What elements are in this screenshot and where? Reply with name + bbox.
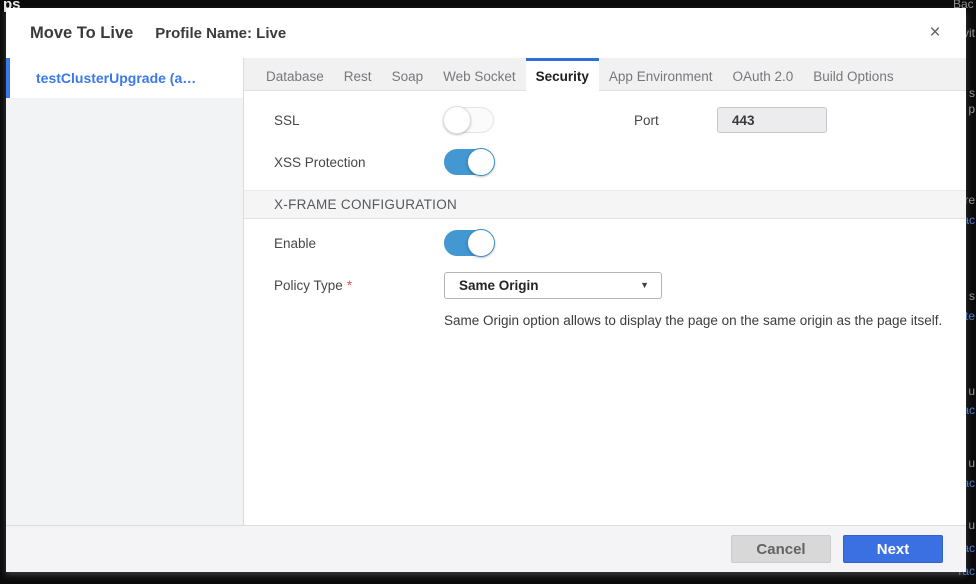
backdrop-text-fragment: s <box>969 289 975 303</box>
tab-bar: Database Rest Soap Web Socket Security A… <box>244 58 966 91</box>
backdrop-text-fragment: s <box>969 86 975 100</box>
dialog-footer: Cancel Next <box>6 525 966 572</box>
x-frame-configuration-section-header: X-FRAME CONFIGURATION <box>244 190 966 219</box>
chevron-down-icon: ▼ <box>640 280 649 290</box>
content-area: Database Rest Soap Web Socket Security A… <box>244 58 966 525</box>
policy-type-label: Policy Type* <box>274 278 444 293</box>
dialog-header: Move To Live Profile Name: Live × <box>6 8 966 58</box>
profile-name-label: Profile Name: Live <box>155 25 286 42</box>
policy-type-value: Same Origin <box>459 278 539 293</box>
dialog-body: testClusterUpgrade (a… Database Rest Soa… <box>6 58 966 525</box>
tab-web-socket[interactable]: Web Socket <box>433 58 526 91</box>
enable-toggle[interactable] <box>444 230 494 256</box>
policy-type-row: Policy Type* Same Origin ▼ <box>274 271 966 299</box>
toggle-knob <box>443 106 471 134</box>
policy-help-text: Same Origin option allows to display the… <box>444 313 966 328</box>
xss-protection-row: XSS Protection <box>274 148 966 176</box>
tab-soap[interactable]: Soap <box>382 58 434 91</box>
policy-type-select[interactable]: Same Origin ▼ <box>444 272 662 299</box>
port-label: Port <box>634 113 717 128</box>
section-title: X-FRAME CONFIGURATION <box>274 197 457 212</box>
required-asterisk: * <box>347 278 352 293</box>
enable-row: Enable <box>274 229 966 257</box>
next-button[interactable]: Next <box>843 535 943 563</box>
ssl-label: SSL <box>274 113 444 128</box>
backdrop-text-fragment: u <box>968 384 975 398</box>
tab-database[interactable]: Database <box>256 58 334 91</box>
xss-protection-toggle[interactable] <box>444 149 494 175</box>
tab-rest[interactable]: Rest <box>334 58 382 91</box>
ssl-row: SSL Port <box>274 106 966 134</box>
xss-protection-label: XSS Protection <box>274 155 444 170</box>
tab-build-options[interactable]: Build Options <box>803 58 903 91</box>
port-input[interactable] <box>717 107 827 133</box>
sidebar: testClusterUpgrade (a… <box>6 58 244 525</box>
toggle-knob <box>467 229 495 257</box>
cancel-button[interactable]: Cancel <box>731 535 831 563</box>
backdrop-text-fragment: u <box>968 518 975 532</box>
page-title: Move To Live <box>30 24 133 43</box>
port-field-group: Port <box>634 106 827 134</box>
ssl-toggle[interactable] <box>444 107 494 133</box>
sidebar-item-label: testClusterUpgrade (a… <box>36 70 196 86</box>
backdrop-text-fragment: u <box>968 456 975 470</box>
tab-app-environment[interactable]: App Environment <box>599 58 723 91</box>
security-panel: SSL Port XSS Protection X-FRAME CONFIGUR… <box>244 91 966 525</box>
close-icon[interactable]: × <box>924 23 946 43</box>
sidebar-item-test-cluster-upgrade[interactable]: testClusterUpgrade (a… <box>6 58 243 98</box>
tab-oauth-2-0[interactable]: OAuth 2.0 <box>722 58 803 91</box>
tab-security[interactable]: Security <box>526 58 599 91</box>
move-to-live-dialog: Move To Live Profile Name: Live × testCl… <box>6 8 966 572</box>
enable-label: Enable <box>274 236 444 251</box>
toggle-knob <box>467 148 495 176</box>
